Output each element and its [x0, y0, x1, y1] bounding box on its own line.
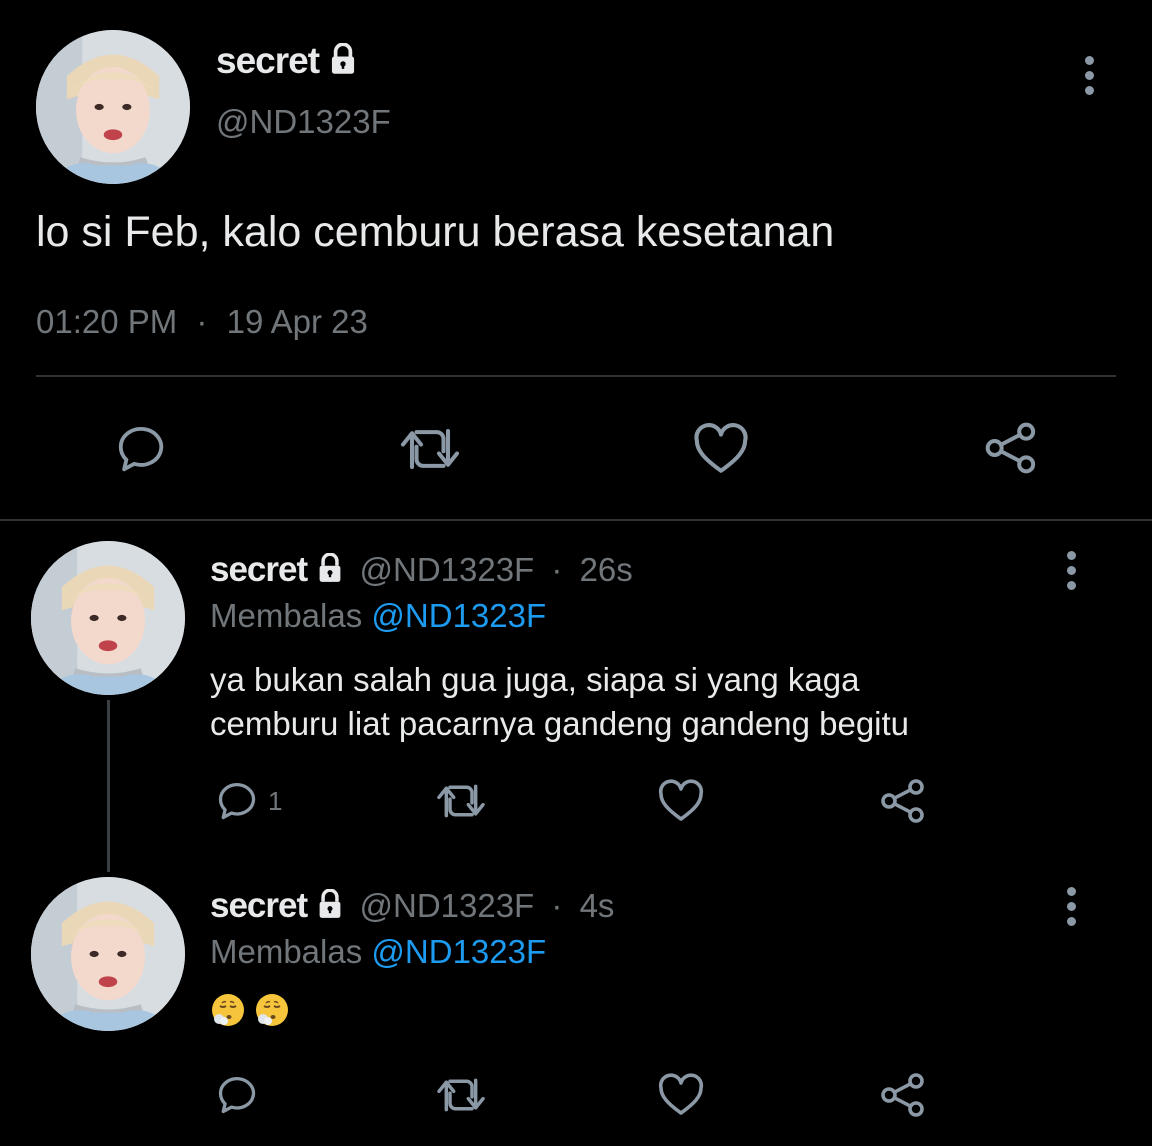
- thread-line: [107, 700, 110, 872]
- retweet-button[interactable]: [432, 779, 490, 823]
- share-button[interactable]: [982, 420, 1040, 476]
- reply-icon: [214, 779, 260, 823]
- separator-dot: ·: [551, 551, 563, 588]
- tweet-date: 19 Apr 23: [226, 303, 368, 340]
- retweet-icon: [396, 422, 464, 476]
- face-exhaling-emoji: [254, 992, 290, 1028]
- reply-header: secret @ND1323F · 4s: [210, 886, 614, 927]
- replying-to-handle[interactable]: @ND1323F: [371, 933, 546, 970]
- reply-icon: [113, 422, 169, 476]
- divider: [36, 375, 1116, 377]
- like-button[interactable]: [657, 1072, 705, 1118]
- reply-text-line: cemburu liat pacarnya gandeng gandeng be…: [210, 705, 910, 742]
- avatar[interactable]: [31, 541, 185, 695]
- tweet-text: lo si Feb, kalo cemburu berasa kesetanan: [36, 208, 835, 256]
- replying-to: Membalas @ND1323F: [210, 597, 546, 635]
- avatar[interactable]: [31, 877, 185, 1031]
- display-name[interactable]: secret: [210, 886, 308, 925]
- reply-button[interactable]: [113, 422, 169, 476]
- retweet-icon: [432, 1073, 490, 1117]
- lock-icon: [316, 552, 344, 591]
- handle[interactable]: @ND1323F: [216, 103, 391, 141]
- reply-text: ya bukan salah gua juga, siapa si yang k…: [210, 658, 909, 746]
- face-exhaling-emoji: [210, 992, 246, 1028]
- reply-count: 1: [268, 785, 283, 816]
- share-icon: [879, 777, 927, 825]
- display-name[interactable]: secret: [216, 40, 320, 81]
- reply-button[interactable]: [214, 1073, 268, 1117]
- separator-dot: ·: [551, 887, 563, 924]
- reply-text-line: ya bukan salah gua juga, siapa si yang k…: [210, 661, 860, 698]
- display-name[interactable]: secret: [210, 550, 308, 589]
- reply-emoji-text: 😮‍💨😮‍💨: [210, 992, 294, 1028]
- like-button[interactable]: [657, 778, 705, 824]
- retweet-button[interactable]: [432, 1073, 490, 1117]
- retweet-button[interactable]: [396, 422, 464, 476]
- more-icon[interactable]: [1065, 551, 1077, 596]
- tweet-timestamp: 01:20 PM · 19 Apr 23: [36, 303, 368, 341]
- avatar-image: [31, 541, 185, 695]
- replying-prefix: Membalas: [210, 933, 363, 970]
- share-button[interactable]: [879, 1071, 927, 1119]
- share-button[interactable]: [879, 777, 927, 825]
- replying-to-handle[interactable]: @ND1323F: [371, 597, 546, 634]
- tweet-time: 01:20 PM: [36, 303, 178, 340]
- reply-age: 4s: [579, 887, 615, 924]
- share-icon: [982, 420, 1040, 476]
- replying-to: Membalas @ND1323F: [210, 933, 546, 971]
- like-icon: [657, 778, 705, 824]
- replying-prefix: Membalas: [210, 597, 363, 634]
- avatar-image: [36, 30, 190, 184]
- reply-header: secret @ND1323F · 26s: [210, 550, 633, 591]
- handle[interactable]: @ND1323F: [359, 887, 534, 924]
- share-icon: [879, 1071, 927, 1119]
- lock-icon: [316, 888, 344, 927]
- more-icon[interactable]: [1065, 887, 1077, 932]
- divider: [0, 519, 1152, 521]
- reply-icon: [214, 1073, 260, 1117]
- avatar[interactable]: [36, 30, 190, 184]
- like-button[interactable]: [692, 422, 750, 476]
- more-icon[interactable]: [1083, 56, 1095, 101]
- lock-icon: [328, 42, 358, 84]
- reply-button[interactable]: 1: [214, 779, 282, 823]
- like-icon: [657, 1072, 705, 1118]
- reply-age: 26s: [579, 551, 633, 588]
- retweet-icon: [432, 779, 490, 823]
- like-icon: [692, 422, 750, 476]
- separator-dot: ·: [196, 303, 208, 340]
- handle[interactable]: @ND1323F: [359, 551, 534, 588]
- avatar-image: [31, 877, 185, 1031]
